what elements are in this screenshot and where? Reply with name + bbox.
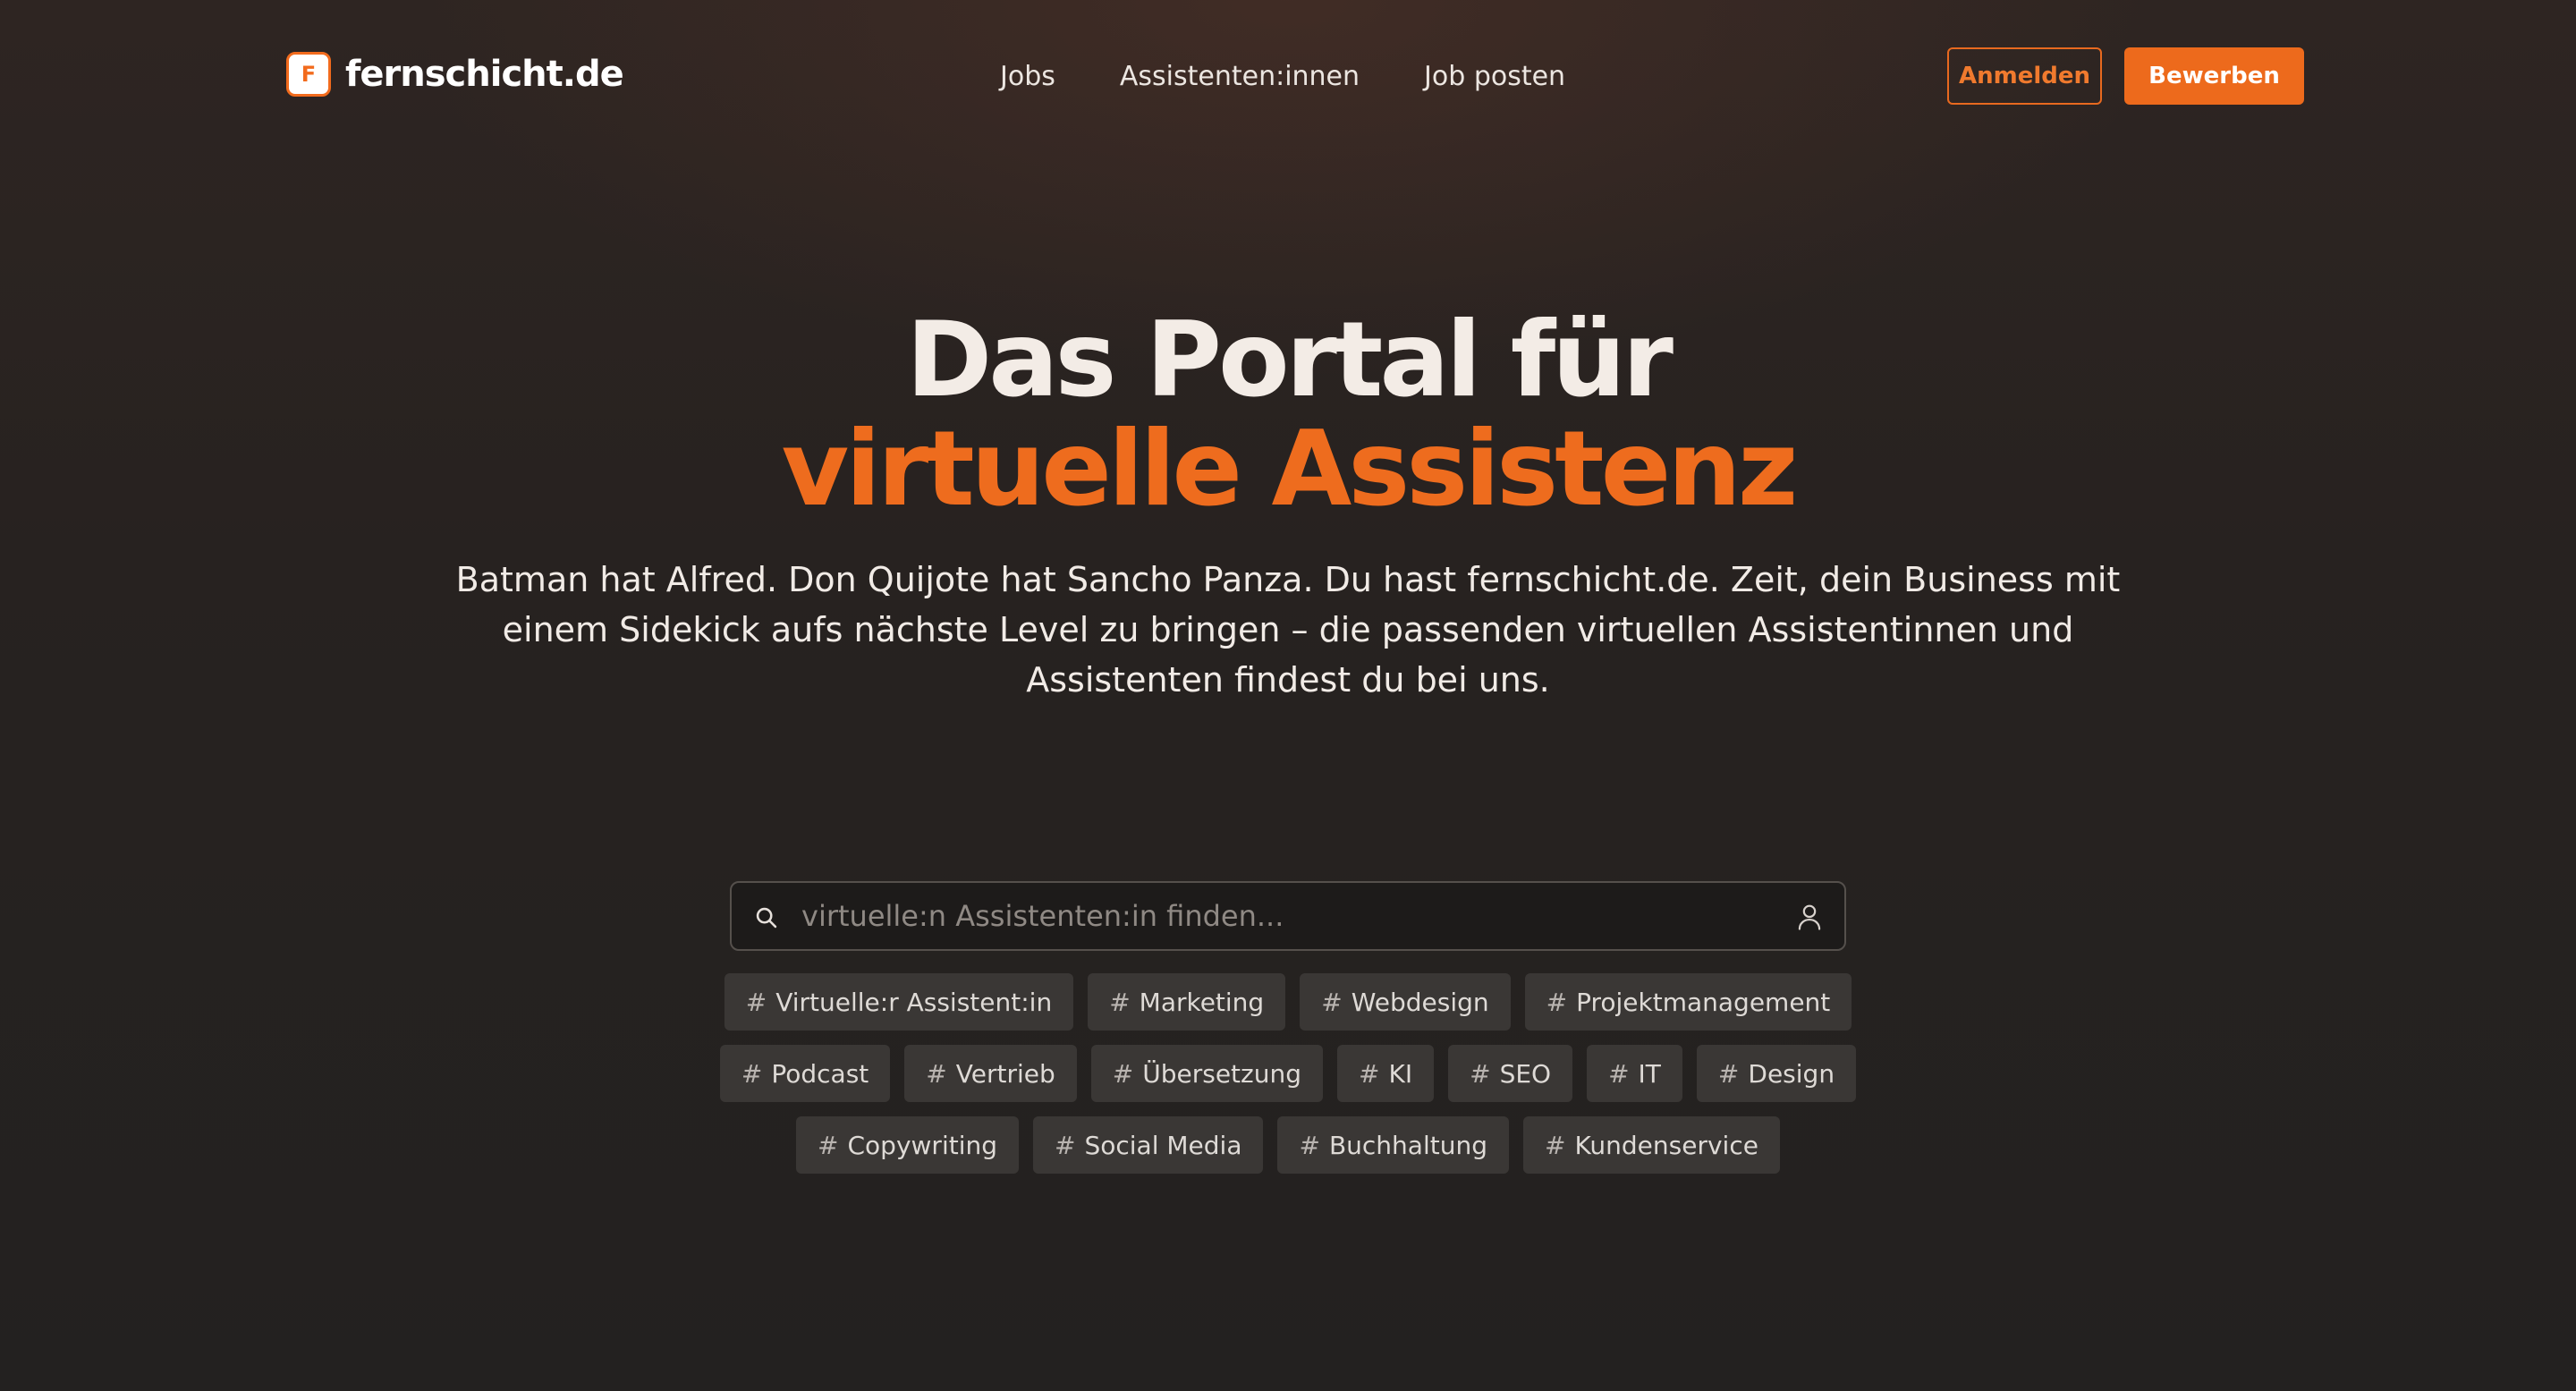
login-button[interactable]: Anmelden <box>1947 47 2102 105</box>
tag-label: IT <box>1638 1058 1661 1089</box>
tag-label: Social Media <box>1084 1130 1242 1160</box>
user-icon[interactable] <box>1796 903 1823 931</box>
tag-virtual-assistant[interactable]: # Virtuelle:r Assistent:in <box>724 973 1074 1031</box>
hash-icon: # <box>1544 1130 1566 1160</box>
hash-icon: # <box>1717 1058 1740 1089</box>
tag-social-media[interactable]: # Social Media <box>1033 1116 1264 1174</box>
apply-button[interactable]: Bewerben <box>2124 47 2304 105</box>
tag-label: Übersetzung <box>1142 1058 1301 1089</box>
nav-item-post-job[interactable]: Job posten <box>1424 55 1565 98</box>
nav-item-assistants[interactable]: Assistenten:innen <box>1120 55 1360 98</box>
logo-letter: F <box>301 62 317 87</box>
hash-icon: # <box>926 1058 947 1089</box>
tag-sales[interactable]: # Vertrieb <box>904 1045 1077 1102</box>
tag-label: Kundenservice <box>1574 1130 1758 1160</box>
hash-icon: # <box>1359 1058 1380 1089</box>
hash-icon: # <box>818 1130 839 1160</box>
brand-logo[interactable]: F fernschicht.de <box>286 52 624 97</box>
hero-title-line2: virtuelle Assistenz <box>781 409 1799 530</box>
tag-it[interactable]: # IT <box>1587 1045 1682 1102</box>
tag-seo[interactable]: # SEO <box>1448 1045 1573 1102</box>
tag-label: Podcast <box>771 1058 869 1089</box>
hash-icon: # <box>1109 987 1131 1017</box>
hash-icon: # <box>1055 1130 1076 1160</box>
tag-podcast[interactable]: # Podcast <box>719 1045 891 1102</box>
tag-label: Projektmanagement <box>1576 987 1831 1017</box>
tag-copywriting[interactable]: # Copywriting <box>796 1116 1019 1174</box>
search-icon <box>756 907 777 929</box>
tag-ai[interactable]: # KI <box>1337 1045 1435 1102</box>
hero-title: Das Portal für virtuelle Assistenz <box>0 306 2576 524</box>
tag-label: SEO <box>1499 1058 1552 1089</box>
tag-design[interactable]: # Design <box>1696 1045 1857 1102</box>
tag-translation[interactable]: # Übersetzung <box>1090 1045 1323 1102</box>
hash-icon: # <box>1608 1058 1630 1089</box>
tag-webdesign[interactable]: # Webdesign <box>1300 973 1511 1031</box>
hash-icon: # <box>1546 987 1568 1017</box>
hash-icon: # <box>745 987 767 1017</box>
tag-list: # Virtuelle:r Assistent:in # Marketing # We… <box>680 973 1896 1174</box>
search-bar <box>730 881 1846 951</box>
hash-icon: # <box>741 1058 763 1089</box>
main-nav: Jobs Assistenten:innen Job posten <box>1000 55 1565 98</box>
tag-customer-service[interactable]: # Kundenservice <box>1522 1116 1780 1174</box>
tag-label: Buchhaltung <box>1328 1130 1487 1160</box>
hash-icon: # <box>1470 1058 1491 1089</box>
tag-marketing[interactable]: # Marketing <box>1088 973 1286 1031</box>
tag-project-management[interactable]: # Projektmanagement <box>1524 973 1852 1031</box>
tag-label: Vertrieb <box>955 1058 1055 1089</box>
tag-label: Copywriting <box>847 1130 998 1160</box>
hero-title-line1: Das Portal für <box>905 300 1674 420</box>
tag-label: KI <box>1388 1058 1413 1089</box>
tag-label: Marketing <box>1139 987 1265 1017</box>
hash-icon: # <box>1112 1058 1134 1089</box>
hash-icon: # <box>1321 987 1343 1017</box>
tag-label: Design <box>1748 1058 1835 1089</box>
tag-accounting[interactable]: # Buchhaltung <box>1277 1116 1509 1174</box>
logo-icon: F <box>286 52 331 97</box>
site-header: F fernschicht.de Jobs Assistenten:innen … <box>0 0 2576 154</box>
tag-label: Virtuelle:r Assistent:in <box>775 987 1053 1017</box>
tag-label: Webdesign <box>1351 987 1489 1017</box>
brand-name: fernschicht.de <box>345 54 624 95</box>
hash-icon: # <box>1299 1130 1320 1160</box>
search-input[interactable] <box>801 883 1776 949</box>
hero-subtitle: Batman hat Alfred. Don Quijote hat Sanch… <box>455 560 2121 700</box>
nav-item-jobs[interactable]: Jobs <box>1000 55 1055 98</box>
